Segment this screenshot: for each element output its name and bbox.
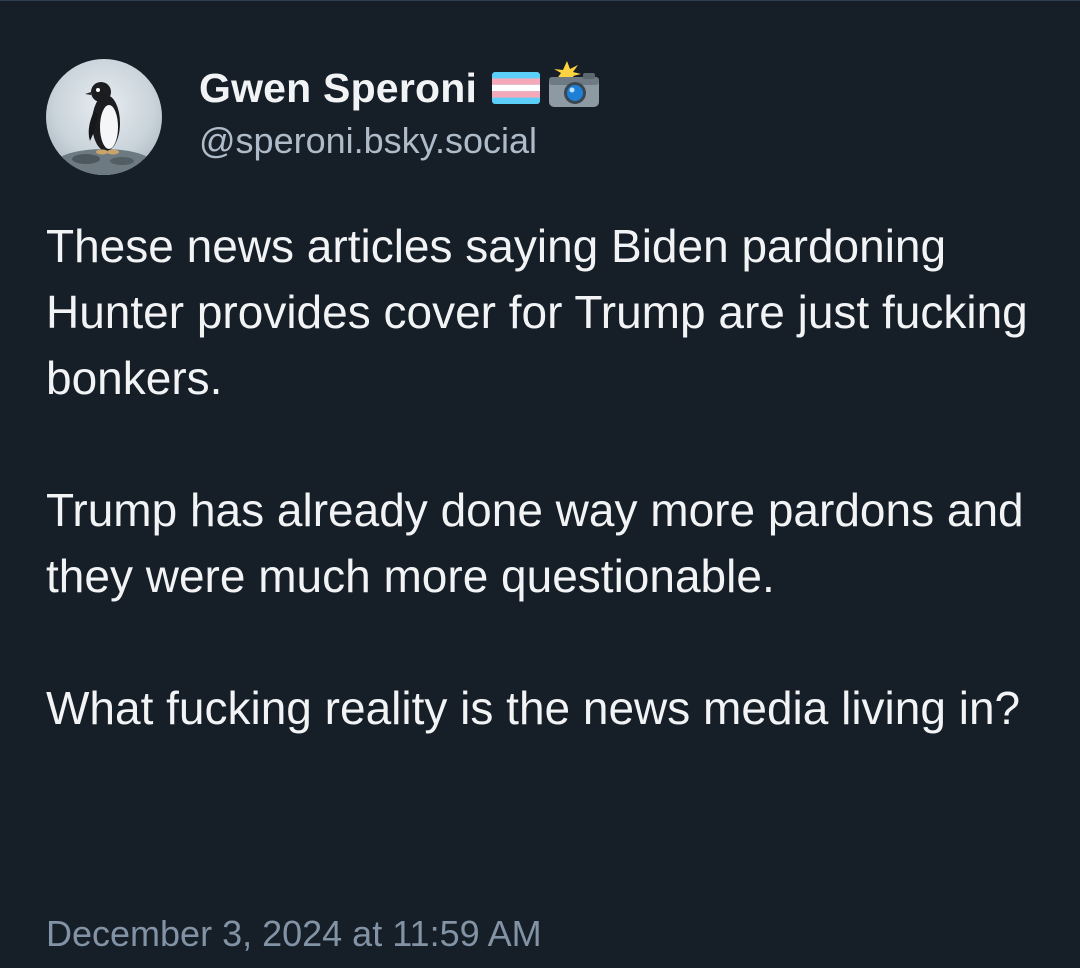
post-timestamp[interactable]: December 3, 2024 at 11:59 AM xyxy=(46,909,542,959)
post-paragraph: Trump has already done way more pardons … xyxy=(46,484,1024,602)
name-emojis xyxy=(491,61,603,109)
post-header: Gwen Speroni @speroni.bsky.social xyxy=(46,59,603,175)
post-paragraph: These news articles saying Biden pardoni… xyxy=(46,220,1028,404)
penguin-icon xyxy=(56,82,152,175)
author-handle[interactable]: @speroni.bsky.social xyxy=(199,120,603,162)
author-names: Gwen Speroni @speroni.bsky.social xyxy=(199,60,603,162)
transgender-flag-icon xyxy=(492,72,541,104)
post-card: Gwen Speroni @speroni.bsky.social These … xyxy=(0,0,1080,968)
post-paragraph: What fucking reality is the news media l… xyxy=(46,682,1021,734)
display-name[interactable]: Gwen Speroni xyxy=(199,65,477,112)
camera-with-flash-icon xyxy=(549,61,600,107)
display-name-row: Gwen Speroni xyxy=(199,60,603,116)
avatar[interactable] xyxy=(46,59,162,175)
post-text: These news articles saying Biden pardoni… xyxy=(46,213,1046,741)
